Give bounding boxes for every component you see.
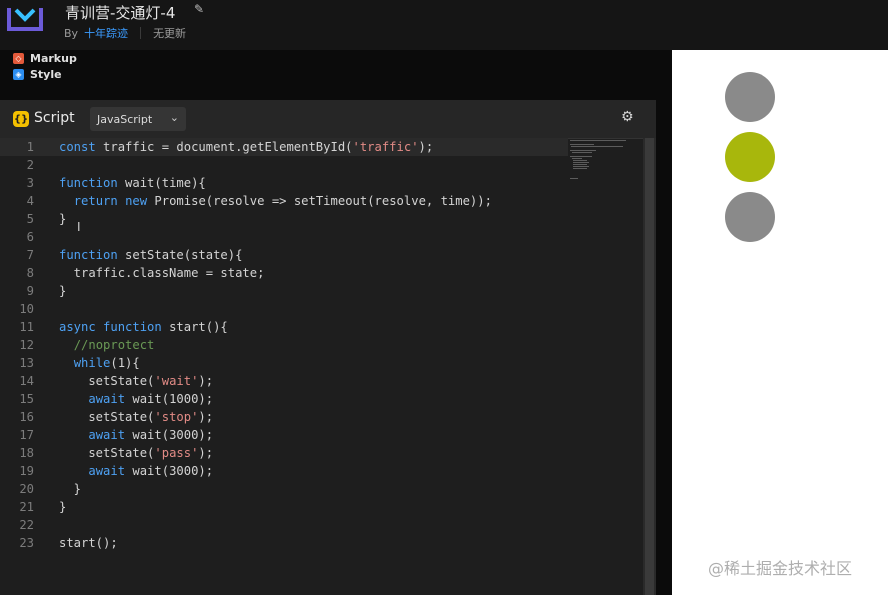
code-line: 6: [26, 230, 34, 244]
script-panel-label: Script: [34, 110, 75, 126]
tab-markup-label: Markup: [30, 52, 77, 65]
preview-pane: [672, 50, 888, 595]
by-label: By: [64, 26, 79, 40]
edit-pencil-icon[interactable]: ✎: [194, 2, 204, 16]
author-meta: By 十年踪迹 无更新: [64, 25, 186, 41]
tab-markup[interactable]: ◇ Markup: [13, 52, 77, 65]
page-title: 青训营-交通灯-4: [65, 4, 176, 22]
code-line: 2: [26, 158, 34, 172]
code-line: 14 setState('wait');: [19, 374, 214, 388]
scrollbar-thumb[interactable]: [645, 138, 654, 595]
traffic-light-bottom: [725, 192, 775, 242]
chevron-down-icon: ⌄: [169, 111, 179, 124]
code-line: 15 await wait(1000);: [19, 392, 214, 406]
code-line: 12 //noprotect: [19, 338, 155, 352]
code-line: 9}: [26, 284, 67, 298]
code-line: 8 traffic.className = state;: [26, 266, 265, 280]
traffic-light-middle: [725, 132, 775, 182]
panel-tabs: [0, 50, 672, 100]
code-line: 18 setState('pass');: [19, 446, 214, 460]
author-link[interactable]: 十年踪迹: [84, 25, 128, 41]
script-braces-icon: {}: [13, 111, 29, 127]
code-line: 22: [19, 518, 34, 532]
settings-gear-icon[interactable]: ⚙: [621, 109, 634, 125]
traffic-light-top: [725, 72, 775, 122]
meta-divider: [140, 27, 142, 39]
top-header: 青训营-交通灯-4 ✎ By 十年踪迹 无更新: [0, 0, 888, 50]
code-minimap[interactable]: [568, 138, 640, 198]
code-line: 17 await wait(3000);: [19, 428, 214, 442]
code-line: 20 }: [19, 482, 82, 496]
code-line: 7 function setState(state){: [26, 248, 243, 262]
tab-style[interactable]: ◈ Style: [13, 68, 62, 81]
markup-icon: ◇: [13, 53, 24, 64]
script-panel: {} Script JavaScript ⌄ ⚙ 1 const traffic …: [0, 100, 656, 595]
text-cursor-icon: I: [77, 220, 81, 234]
code-editor[interactable]: 1 const traffic = document.getElementById…: [0, 138, 656, 595]
code-line: 19 await wait(3000);: [19, 464, 214, 478]
tab-style-label: Style: [30, 68, 62, 81]
code-line: 1 const traffic = document.getElementById…: [26, 140, 434, 154]
script-panel-header: {} Script JavaScript ⌄ ⚙: [0, 100, 656, 139]
vertical-scrollbar[interactable]: [643, 138, 656, 595]
watermark: @稀土掘金技术社区: [708, 559, 853, 578]
code-line: 21}: [19, 500, 67, 514]
code-line: 13 while(1){: [19, 356, 140, 370]
style-icon: ◈: [13, 69, 24, 80]
code-line: 10: [19, 302, 34, 316]
app-logo-icon[interactable]: [6, 5, 44, 35]
language-select[interactable]: JavaScript ⌄: [90, 107, 186, 131]
code-line: 3 function wait(time){: [26, 176, 206, 190]
code-line: 4 return new Promise(resolve => setTimeo…: [26, 194, 492, 208]
update-status: 无更新: [153, 27, 187, 40]
code-line: 23 start();: [19, 536, 118, 550]
code-line: 5}: [26, 212, 67, 226]
code-line: 11 async function start(){: [19, 320, 228, 334]
code-line: 16 setState('stop');: [19, 410, 214, 424]
language-select-value: JavaScript: [97, 112, 153, 126]
